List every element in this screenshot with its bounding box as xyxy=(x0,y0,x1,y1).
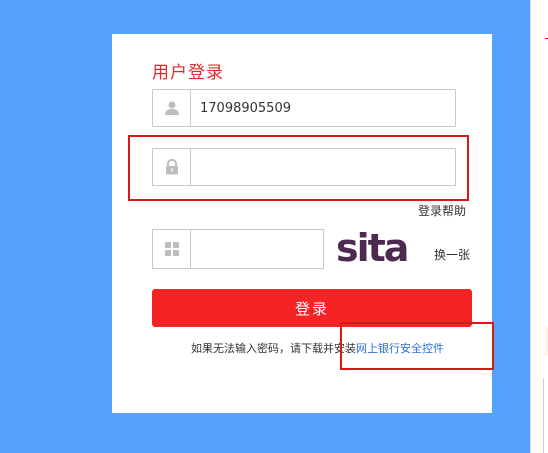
login-help-link[interactable]: 登录帮助 xyxy=(418,202,466,219)
captcha-image[interactable]: sita xyxy=(336,226,422,270)
user-icon xyxy=(153,90,191,126)
password-input[interactable] xyxy=(192,149,454,185)
link-highlight-box xyxy=(340,322,494,370)
password-field[interactable] xyxy=(152,148,456,186)
captcha-input[interactable] xyxy=(192,230,326,270)
lock-icon xyxy=(153,149,191,185)
panel-divider xyxy=(543,378,544,453)
login-card: 用户登录 登录帮助 xyxy=(112,34,494,413)
security-note-text: 如果无法输入密码，请下载并安装 xyxy=(191,342,356,355)
login-title: 用户登录 xyxy=(152,63,224,83)
right-panel xyxy=(530,0,548,453)
refresh-captcha-link[interactable]: 换一张 xyxy=(434,246,470,263)
username-field[interactable] xyxy=(152,89,456,127)
captcha-field[interactable] xyxy=(152,229,326,270)
username-input[interactable] xyxy=(192,90,454,126)
grid-icon xyxy=(153,230,191,268)
